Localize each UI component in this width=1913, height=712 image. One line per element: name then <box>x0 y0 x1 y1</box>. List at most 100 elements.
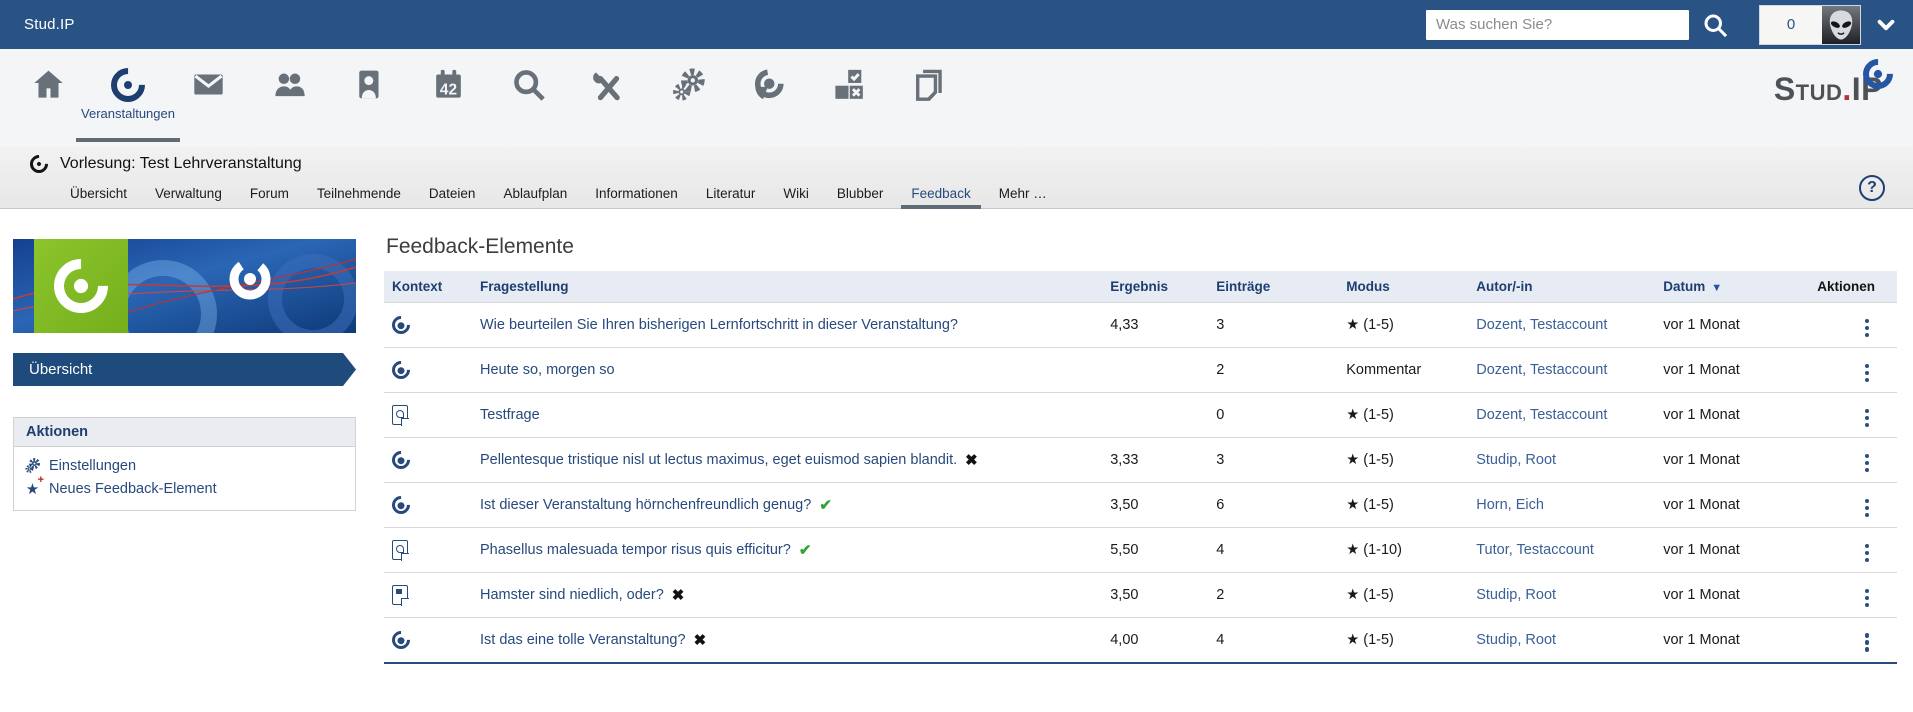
chevron-down-icon[interactable] <box>1875 14 1897 36</box>
toolbar-admin[interactable] <box>648 49 728 146</box>
star-plus-icon: ★+ <box>24 480 41 498</box>
col-modus: Modus <box>1338 271 1468 303</box>
logo-text-main: Stud <box>1774 71 1843 107</box>
tab-literatur[interactable]: Literatur <box>692 186 770 208</box>
author-link[interactable]: Horn, Eich <box>1476 497 1544 513</box>
gears-icon <box>24 457 41 474</box>
kebab-menu-icon[interactable] <box>1863 587 1872 610</box>
toolbar-pages[interactable] <box>888 49 968 146</box>
table-row: Ist das eine tolle Veranstaltung?✖ 4,00 … <box>384 618 1897 663</box>
status-icon: ✔ <box>799 542 812 559</box>
avatar[interactable] <box>1822 6 1860 44</box>
feedback-table: Kontext Fragestellung Ergebnis Einträge … <box>384 271 1897 664</box>
entries-cell: 6 <box>1208 483 1338 528</box>
feedback-question-link[interactable]: Heute so, morgen so <box>480 362 615 378</box>
toolbar-active-label: Veranstaltungen <box>81 106 175 121</box>
notification-counter[interactable]: 0 <box>1760 6 1822 44</box>
col-datum[interactable]: Datum▼ <box>1655 271 1809 303</box>
search-icon[interactable] <box>1701 11 1729 39</box>
context-icon <box>388 627 413 652</box>
table-row: Ist dieser Veranstaltung hörnchenfreundl… <box>384 483 1897 528</box>
entries-cell: 4 <box>1208 528 1338 573</box>
author-link[interactable]: Dozent, Testaccount <box>1476 362 1607 378</box>
feedback-question-link[interactable]: Pellentesque tristique nisl ut lectus ma… <box>480 452 957 468</box>
kebab-menu-icon[interactable] <box>1863 452 1872 475</box>
date-cell: vor 1 Monat <box>1655 528 1809 573</box>
tab-uebersicht[interactable]: Übersicht <box>56 186 141 208</box>
tab-forum[interactable]: Forum <box>236 186 303 208</box>
result-cell <box>1102 348 1208 393</box>
author-link[interactable]: Tutor, Testaccount <box>1476 542 1594 558</box>
sidebar-action-einstellungen[interactable]: Einstellungen <box>14 454 355 477</box>
toolbar-search[interactable] <box>488 49 568 146</box>
actions-widget: Aktionen Einstellungen ★+ Neues Feedback… <box>13 417 356 511</box>
author-link[interactable]: Dozent, Testaccount <box>1476 407 1607 423</box>
kebab-menu-icon[interactable] <box>1863 542 1872 565</box>
toolbar-community[interactable] <box>248 49 328 146</box>
status-icon: ✖ <box>672 587 685 604</box>
tab-blubber[interactable]: Blubber <box>823 186 898 208</box>
kebab-menu-icon[interactable] <box>1863 407 1872 430</box>
table-row: Hamster sind niedlich, oder?✖ 3,50 2 ★ (… <box>384 573 1897 618</box>
toolbar-tools[interactable] <box>568 49 648 146</box>
tab-ablaufplan[interactable]: Ablaufplan <box>489 186 581 208</box>
kebab-menu-icon[interactable] <box>1863 317 1872 340</box>
feedback-question-link[interactable]: Phasellus malesuada tempor risus quis ef… <box>480 542 791 558</box>
date-cell: vor 1 Monat <box>1655 438 1809 483</box>
sidebar-item-uebersicht[interactable]: Übersicht <box>13 353 356 386</box>
author-link[interactable]: Studip, Root <box>1476 587 1556 603</box>
author-link[interactable]: Dozent, Testaccount <box>1476 317 1607 333</box>
status-icon: ✖ <box>694 632 707 649</box>
mode-cell: Kommentar <box>1338 348 1468 393</box>
kebab-menu-icon[interactable] <box>1863 362 1872 385</box>
profile-icon <box>350 66 387 103</box>
evaluation-spiral-icon <box>750 66 787 103</box>
sidebar-action-neues-feedback-element[interactable]: ★+ Neues Feedback-Element <box>14 477 355 501</box>
community-icon <box>270 66 307 103</box>
tools-icon <box>590 66 627 103</box>
action-label: Neues Feedback-Element <box>49 481 217 497</box>
col-aktionen: Aktionen <box>1809 271 1897 303</box>
context-icon <box>388 447 413 472</box>
toolbar-calendar[interactable]: 42 <box>408 49 488 146</box>
feedback-question-link[interactable]: Ist dieser Veranstaltung hörnchenfreundl… <box>480 497 811 513</box>
toolbar-profile[interactable] <box>328 49 408 146</box>
user-widget: 0 <box>1759 5 1861 45</box>
mode-cell: ★ (1-5) <box>1338 438 1468 483</box>
author-link[interactable]: Studip, Root <box>1476 452 1556 468</box>
result-cell: 4,00 <box>1102 618 1208 663</box>
toolbar-feedback[interactable] <box>728 49 808 146</box>
tab-mehr[interactable]: Mehr … <box>985 186 1061 208</box>
brand-text: Stud.IP <box>24 16 75 33</box>
page-title: Feedback-Elemente <box>386 235 1897 259</box>
feedback-question-link[interactable]: Ist das eine tolle Veranstaltung? <box>480 632 686 648</box>
tab-dateien[interactable]: Dateien <box>415 186 490 208</box>
tab-feedback[interactable]: Feedback <box>897 186 984 208</box>
toolbar-courses[interactable]: Veranstaltungen <box>88 49 168 146</box>
main-content: Feedback-Elemente Kontext Fragestellung … <box>384 235 1897 664</box>
date-cell: vor 1 Monat <box>1655 303 1809 348</box>
kebab-menu-icon[interactable] <box>1863 497 1872 520</box>
toolbar-evaluation[interactable] <box>808 49 888 146</box>
tab-teilnehmende[interactable]: Teilnehmende <box>303 186 415 208</box>
toolbar-messages[interactable] <box>168 49 248 146</box>
search-input[interactable] <box>1426 10 1689 40</box>
entries-cell: 2 <box>1208 573 1338 618</box>
date-cell: vor 1 Monat <box>1655 618 1809 663</box>
author-link[interactable]: Studip, Root <box>1476 632 1556 648</box>
course-banner <box>13 239 356 333</box>
date-cell: vor 1 Monat <box>1655 573 1809 618</box>
toolbar-home[interactable] <box>8 49 88 146</box>
date-cell: vor 1 Monat <box>1655 393 1809 438</box>
feedback-question-link[interactable]: Testfrage <box>480 407 540 423</box>
tab-wiki[interactable]: Wiki <box>769 186 823 208</box>
kebab-menu-icon[interactable] <box>1863 631 1872 654</box>
home-icon <box>30 66 67 103</box>
feedback-question-link[interactable]: Hamster sind niedlich, oder? <box>480 587 664 603</box>
tab-informationen[interactable]: Informationen <box>581 186 692 208</box>
tab-verwaltung[interactable]: Verwaltung <box>141 186 236 208</box>
entries-cell: 2 <box>1208 348 1338 393</box>
help-icon[interactable]: ? <box>1859 175 1885 201</box>
feedback-question-link[interactable]: Wie beurteilen Sie Ihren bisherigen Lern… <box>480 317 958 333</box>
entries-cell: 3 <box>1208 303 1338 348</box>
